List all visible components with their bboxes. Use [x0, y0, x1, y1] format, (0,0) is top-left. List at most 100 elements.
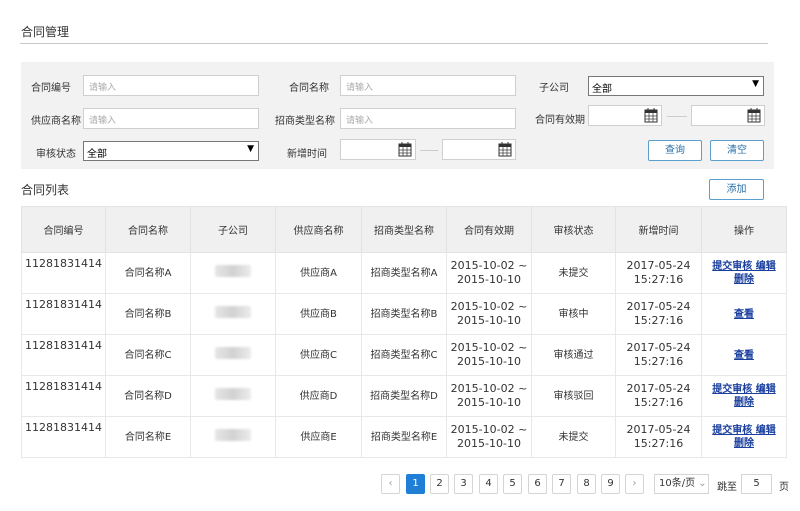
validity-start: 2015-10-02 ~ — [450, 382, 528, 395]
created-time: 15:27:16 — [633, 273, 684, 286]
page-button[interactable]: 1 — [406, 474, 425, 494]
page-size-value: 10条/页 — [659, 478, 696, 489]
supplier-name-input[interactable]: 请输入 — [83, 108, 259, 129]
subsidiary-cell — [190, 375, 276, 417]
table-row: 11281831414 合同名称E 供应商E 招商类型名称E 2015-10-0… — [21, 416, 787, 458]
search-button[interactable]: 查询 — [648, 140, 702, 161]
subsidiary-value: 全部 — [592, 84, 612, 95]
supplier-cell: 供应商B — [275, 293, 362, 335]
table-row: 11281831414 合同名称C 供应商C 招商类型名称C 2015-10-0… — [21, 334, 787, 376]
contract-name-cell: 合同名称E — [105, 416, 191, 458]
subsidiary-cell — [190, 334, 276, 376]
supplier-cell: 供应商D — [275, 375, 362, 417]
created-date: 2017-05-24 — [626, 259, 691, 272]
merchant-type-cell: 招商类型名称A — [361, 252, 447, 294]
contract-name-label: 合同名称 — [289, 83, 329, 94]
view-link[interactable]: 查看 — [734, 309, 754, 320]
ops-link[interactable]: 提交审核 编辑 — [712, 261, 775, 272]
status-cell: 审核驳回 — [531, 375, 616, 417]
operations-cell: 提交审核 编辑 删除 — [701, 252, 787, 294]
merchant-type-cell: 招商类型名称B — [361, 293, 447, 335]
supplier-cell: 供应商C — [275, 334, 362, 376]
page-button[interactable]: 8 — [577, 474, 596, 494]
validity-cell: 2015-10-02 ~2015-10-10 — [446, 334, 532, 376]
range-separator — [667, 116, 687, 117]
table-row: 11281831414 合同名称B 供应商B 招商类型名称B 2015-10-0… — [21, 293, 787, 335]
created-end-date[interactable] — [442, 139, 516, 160]
validity-start: 2015-10-02 ~ — [450, 341, 528, 354]
page-size-select[interactable]: 10条/页 ⌄ — [654, 474, 709, 494]
validity-cell: 2015-10-02 ~2015-10-10 — [446, 375, 532, 417]
contract-name-cell: 合同名称D — [105, 375, 191, 417]
page-button[interactable]: 4 — [479, 474, 498, 494]
table-row: 11281831414 合同名称A 供应商A 招商类型名称A 2015-10-0… — [21, 252, 787, 294]
operations-cell: 提交审核 编辑 删除 — [701, 375, 787, 417]
ops-link[interactable]: 提交审核 编辑 — [712, 425, 775, 436]
merchant-type-input[interactable]: 请输入 — [340, 108, 516, 129]
clear-button[interactable]: 清空 — [710, 140, 764, 161]
validity-end-date[interactable] — [691, 105, 765, 126]
status-cell: 未提交 — [531, 252, 616, 294]
page-button[interactable]: 3 — [454, 474, 473, 494]
merchant-type-cell: 招商类型名称D — [361, 375, 447, 417]
operations-cell: 提交审核 编辑 删除 — [701, 416, 787, 458]
validity-start: 2015-10-02 ~ — [450, 259, 528, 272]
column-header: 供应商名称 — [275, 206, 362, 253]
subsidiary-cell — [190, 252, 276, 294]
validity-start-date[interactable] — [588, 105, 662, 126]
redacted-text — [215, 265, 251, 277]
contract-no-input[interactable]: 请输入 — [83, 75, 259, 96]
delete-link[interactable]: 删除 — [734, 397, 754, 408]
contract-no-cell: 11281831414 — [21, 375, 106, 417]
delete-link[interactable]: 删除 — [734, 274, 754, 285]
column-header: 审核状态 — [531, 206, 616, 253]
created-cell: 2017-05-24 15:27:16 — [615, 375, 702, 417]
validity-end: 2015-10-10 — [457, 396, 521, 409]
range-separator — [420, 150, 438, 151]
page-title: 合同管理 — [21, 25, 70, 39]
title-divider — [20, 43, 768, 44]
subsidiary-select[interactable]: 全部 ▼ — [588, 76, 764, 96]
created-start-date[interactable] — [340, 139, 416, 160]
contract-name-input[interactable]: 请输入 — [340, 75, 516, 96]
created-cell: 2017-05-24 15:27:16 — [615, 293, 702, 335]
calendar-icon[interactable] — [398, 142, 412, 157]
validity-cell: 2015-10-02 ~2015-10-10 — [446, 293, 532, 335]
merchant-type-label: 招商类型名称 — [275, 116, 335, 127]
status-cell: 未提交 — [531, 416, 616, 458]
redacted-text — [215, 306, 251, 318]
page-button[interactable]: 6 — [528, 474, 547, 494]
created-cell: 2017-05-24 15:27:16 — [615, 416, 702, 458]
page-button[interactable]: 5 — [503, 474, 522, 494]
validity-start: 2015-10-02 ~ — [450, 300, 528, 313]
view-link[interactable]: 查看 — [734, 350, 754, 361]
prev-page-button[interactable]: ‹ — [381, 474, 400, 494]
add-button[interactable]: 添加 — [709, 179, 764, 200]
redacted-text — [215, 347, 251, 359]
calendar-icon[interactable] — [747, 108, 761, 123]
page-button[interactable]: 9 — [601, 474, 620, 494]
page-button[interactable]: 2 — [430, 474, 449, 494]
created-time: 15:27:16 — [633, 396, 684, 409]
review-status-select[interactable]: 全部 ▼ — [83, 141, 259, 161]
delete-link[interactable]: 删除 — [734, 438, 754, 449]
created-time-label: 新增时间 — [287, 149, 327, 160]
status-cell: 审核中 — [531, 293, 616, 335]
created-date: 2017-05-24 — [626, 382, 691, 395]
created-time: 15:27:16 — [633, 437, 684, 450]
jump-page-input[interactable]: 5 — [741, 474, 772, 494]
validity-label: 合同有效期 — [535, 115, 585, 126]
created-time: 15:27:16 — [633, 314, 684, 327]
table-header: 合同编号 合同名称 子公司 供应商名称 招商类型名称 合同有效期 审核状态 新增… — [21, 206, 787, 253]
ops-link[interactable]: 提交审核 编辑 — [712, 384, 775, 395]
calendar-icon[interactable] — [498, 142, 512, 157]
dropdown-arrow-icon: ▼ — [752, 79, 759, 89]
created-cell: 2017-05-24 15:27:16 — [615, 334, 702, 376]
next-page-button[interactable]: › — [625, 474, 644, 494]
created-time: 15:27:16 — [633, 355, 684, 368]
column-header: 子公司 — [190, 206, 276, 253]
contract-name-cell: 合同名称C — [105, 334, 191, 376]
calendar-icon[interactable] — [644, 108, 658, 123]
page-button[interactable]: 7 — [552, 474, 571, 494]
operations-cell: 查看 — [701, 334, 787, 376]
